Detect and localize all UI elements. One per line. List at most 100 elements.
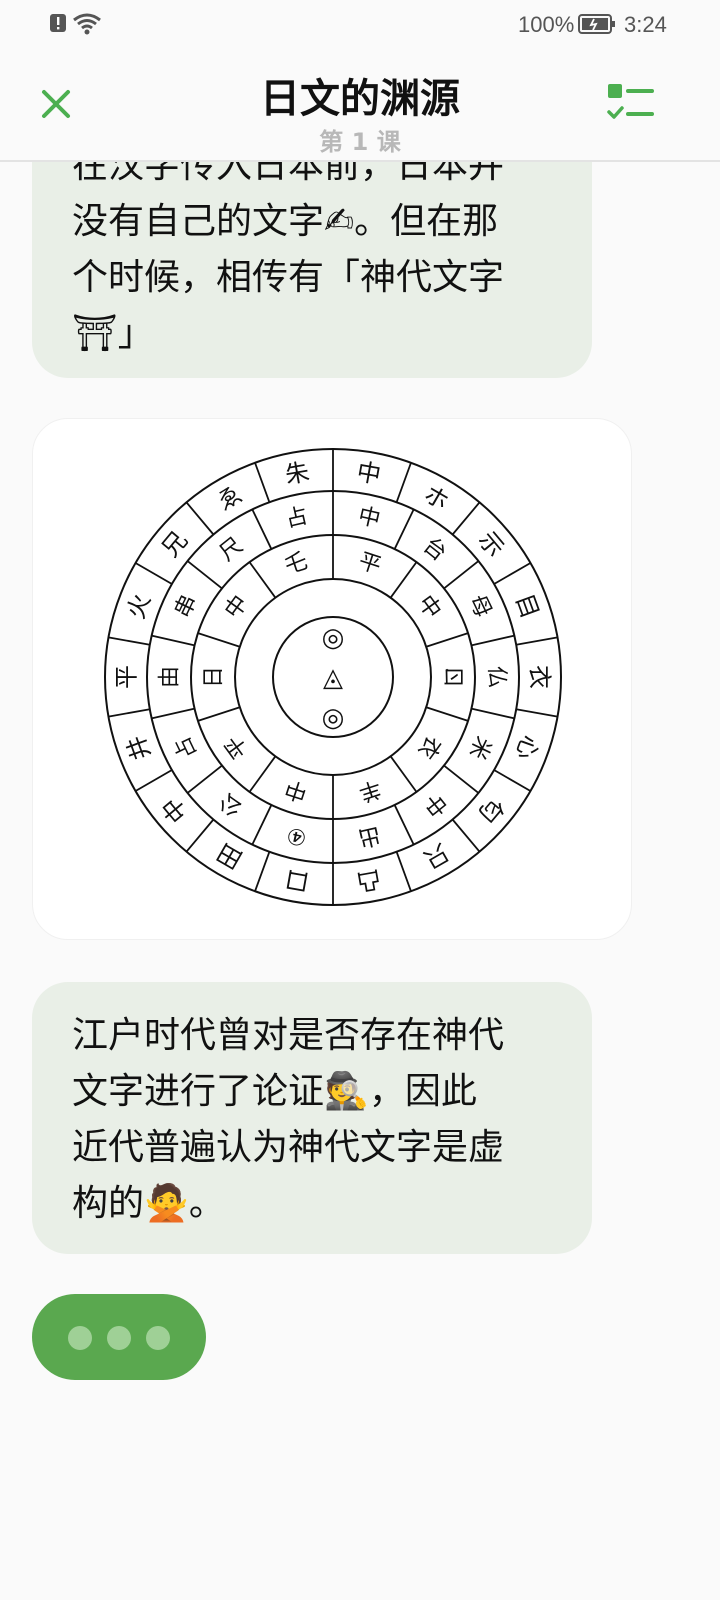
chart-glyph: 凸: [355, 865, 383, 897]
chart-glyph: 目: [510, 590, 545, 622]
chart-glyph: 匂: [473, 792, 510, 828]
checklist-icon[interactable]: [606, 82, 656, 126]
chart-glyph: 仏: [483, 666, 508, 688]
chat-message: 江户时代曾对是否存在神代 文字进行了论证🕵，因此 近代普遍认为神代文字是虚 构的…: [32, 982, 592, 1254]
chart-glyph: 中: [282, 775, 311, 806]
message-line: 江户时代曾对是否存在神代: [72, 1015, 505, 1056]
chart-glyph: 衣: [526, 665, 554, 689]
chart-glyph: 中: [413, 591, 446, 624]
chart-divider: [185, 501, 215, 536]
chart-glyph: 平: [220, 731, 253, 764]
chart-divider: [151, 707, 195, 720]
message-line: 近代普遍认为神代文字是虚: [72, 1127, 505, 1168]
chart-glyph: 衣: [413, 731, 446, 764]
chart-glyph: 朱: [283, 458, 311, 490]
chart-divider: [254, 851, 271, 892]
chart-glyph: 中: [156, 792, 193, 828]
chart-divider: [493, 769, 531, 792]
message-line: ⛩」: [72, 313, 154, 354]
chart-divider: [108, 708, 150, 718]
chart-glyph: ◬: [323, 663, 343, 693]
chart-glyph: 出: [356, 821, 383, 850]
lesson-number: 第 1 课: [319, 128, 401, 156]
chart-glyph: 尺: [215, 533, 248, 566]
chart-glyph: 示: [473, 526, 510, 562]
chart-divider: [425, 706, 469, 722]
battery-icon: [578, 14, 615, 34]
chart-divider: [493, 562, 531, 585]
alert-icon: [50, 14, 66, 32]
typing-dot: [146, 1326, 170, 1350]
chart-divider: [451, 818, 481, 853]
typing-indicator[interactable]: [32, 1294, 206, 1380]
chart-divider: [248, 561, 277, 599]
typing-dot: [68, 1326, 92, 1350]
chart-glyph: ㄖ: [439, 666, 464, 688]
chart-glyph: 心: [510, 732, 545, 764]
chart-glyph: 平: [355, 549, 384, 580]
chart-glyph: 火: [122, 590, 157, 622]
lesson-header: 日文的渊源 第 1 课: [0, 50, 720, 162]
chart-glyph: 米: [464, 732, 496, 763]
chart-glyph: 中: [356, 504, 383, 533]
chart-glyph: 串: [170, 591, 202, 622]
chart-divider: [389, 755, 418, 793]
chart-divider: [187, 560, 223, 590]
chart-glyph: ④: [284, 821, 309, 850]
chart-glyph: 平: [112, 665, 140, 689]
chart-divider: [151, 634, 195, 647]
chart-glyph: 母: [464, 591, 496, 622]
chart-glyph: 中: [418, 788, 451, 821]
chart-divider: [443, 764, 479, 794]
message-line: 个时候，相传有「神代文字: [72, 257, 505, 298]
chart-divider: [516, 708, 558, 718]
chart-glyph: 只: [419, 838, 454, 874]
chart-glyph: 乇: [282, 549, 311, 580]
chart-divider: [395, 851, 412, 892]
chart-glyph: 口: [283, 865, 311, 897]
chart-divider: [135, 769, 173, 792]
message-line: 文字进行了论证🕵，因此: [72, 1071, 477, 1112]
chart-divider: [108, 636, 150, 646]
chart-glyph: 田: [212, 838, 247, 874]
chart-divider: [251, 804, 273, 845]
chart-divider: [197, 706, 241, 722]
chart-divider: [248, 755, 277, 793]
message-line: 构的🙅。: [72, 1183, 225, 1224]
chart-divider: [443, 560, 479, 590]
chart-divider: [251, 509, 273, 550]
chart-glyph: 台: [418, 533, 451, 566]
wifi-icon: [73, 13, 101, 35]
chart-glyph: ◎: [322, 623, 345, 653]
message-line: 没有自己的文字✍。但在那: [72, 201, 499, 242]
chart-glyph: 占: [283, 504, 310, 533]
chart-divider: [471, 707, 515, 720]
chart-glyph: 中: [355, 458, 383, 490]
chart-glyph: 占: [170, 732, 202, 763]
chart-divider: [451, 501, 481, 536]
chart-glyph: 兄: [156, 526, 193, 562]
chart-divider: [389, 561, 418, 599]
chart-divider: [395, 462, 412, 503]
battery-percent: 100%: [518, 12, 575, 37]
typing-dot: [107, 1326, 131, 1350]
chart-divider: [393, 509, 415, 550]
chart-glyph: ◎: [322, 703, 345, 733]
chart-divider: [393, 804, 415, 845]
chart-divider: [187, 764, 223, 794]
chart-glyph: 由: [158, 666, 183, 688]
chart-divider: [254, 462, 271, 503]
chart-glyph: ホ: [419, 480, 454, 516]
chart-divider: [471, 634, 515, 647]
chart-divider: [425, 632, 469, 648]
chart-divider: [197, 632, 241, 648]
chart-glyph: 公: [215, 788, 248, 821]
clock-time: 3:24: [624, 12, 667, 37]
chart-divider: [135, 562, 173, 585]
kamiyo-moji-chart: 中ホ示目衣心匂只凸口田中井平火兄ゑ朱中台母仏米中出④公占由串尺占平中ㄖ衣羊中平日…: [104, 448, 562, 906]
chart-glyph: 中: [220, 591, 253, 624]
status-bar: 100% 3:24: [0, 0, 720, 50]
chart-divider: [516, 636, 558, 646]
chart-divider: [185, 818, 215, 853]
image-card[interactable]: 中ホ示目衣心匂只凸口田中井平火兄ゑ朱中台母仏米中出④公占由串尺占平中ㄖ衣羊中平日…: [32, 418, 632, 940]
